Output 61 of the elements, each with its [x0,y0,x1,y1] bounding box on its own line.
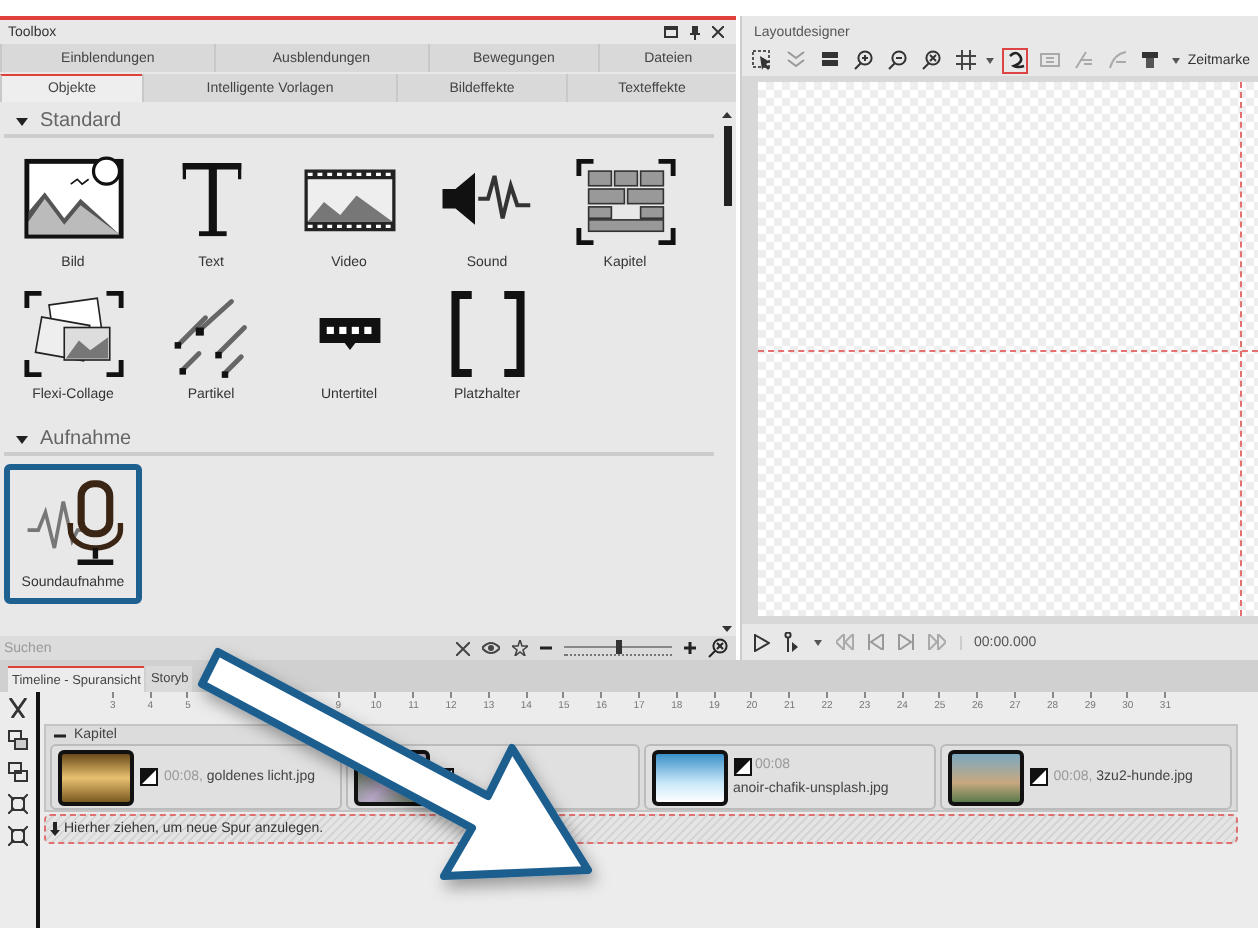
image-type-icon [1029,768,1048,786]
clear-icon[interactable] [456,641,470,655]
image-type-icon [733,758,751,776]
down-arrow-icon [50,822,60,836]
star-icon[interactable] [512,640,528,656]
scrollbar[interactable] [718,108,736,636]
photo-collage-icon [21,288,125,380]
play-icon[interactable] [754,633,770,651]
photo-placeholder [947,749,1024,805]
section-header[interactable]: Standard [4,108,714,138]
image-type-icon [140,768,158,786]
expanded-triangle-icon[interactable] [16,433,28,445]
toolbar-button[interactable] [885,47,912,73]
minus-icon[interactable] [540,642,552,654]
close-icon[interactable] [712,25,724,37]
add-track-icon[interactable] [8,730,28,750]
section-title: Standard [40,110,124,132]
section-header[interactable]: Aufnahme [4,426,714,456]
double-chevron-icon [786,50,807,70]
plus-icon[interactable] [684,642,696,654]
collapse-icon[interactable] [8,826,28,846]
toolbar-button[interactable] [1137,47,1164,73]
marker-icon [1140,50,1161,70]
section-title: Aufnahme [40,428,134,450]
toolbar-button[interactable] [1002,47,1029,73]
pin-icon[interactable] [690,25,700,39]
toolbar-button[interactable] [750,47,776,73]
photo-placeholder [58,749,134,805]
scissors-icon[interactable] [8,698,28,718]
scroll-down-icon[interactable] [722,626,732,632]
brick-frame-icon [573,156,677,248]
expanded-triangle-icon[interactable] [16,115,28,127]
speech-bubble-icon [315,314,383,354]
grid-icon [955,50,976,70]
scroll-up-icon[interactable] [722,112,732,118]
expand-icon[interactable] [8,794,28,814]
zoom-out-icon [888,50,909,70]
path-edit-icon [1107,50,1128,70]
curve-icon [1005,50,1026,70]
step-play-icon[interactable] [784,632,800,652]
toolbar-button[interactable] [952,47,979,73]
remove-track-icon[interactable] [8,762,28,782]
stack-icon [820,50,841,70]
waveform-microphone-icon [23,479,123,565]
path-add-icon [1073,50,1094,70]
restore-icon[interactable] [664,25,678,37]
frame-icon [1039,50,1060,70]
caret-icon[interactable] [986,57,995,63]
zoom-slider[interactable] [564,640,672,656]
selection-icon [752,50,773,70]
caret-icon[interactable] [814,639,822,645]
photo-placeholder [651,749,727,805]
zoom-reset-icon[interactable] [708,638,728,658]
slider-thumb[interactable] [616,640,622,654]
toolbar-button[interactable] [851,47,878,73]
caret-icon[interactable] [1171,57,1180,63]
toolbar-button[interactable] [919,47,945,73]
zoom-in-icon [854,50,875,70]
zoom-fit-icon [921,50,942,70]
eye-icon[interactable] [482,642,500,654]
collapse-minus-icon[interactable] [54,729,66,741]
